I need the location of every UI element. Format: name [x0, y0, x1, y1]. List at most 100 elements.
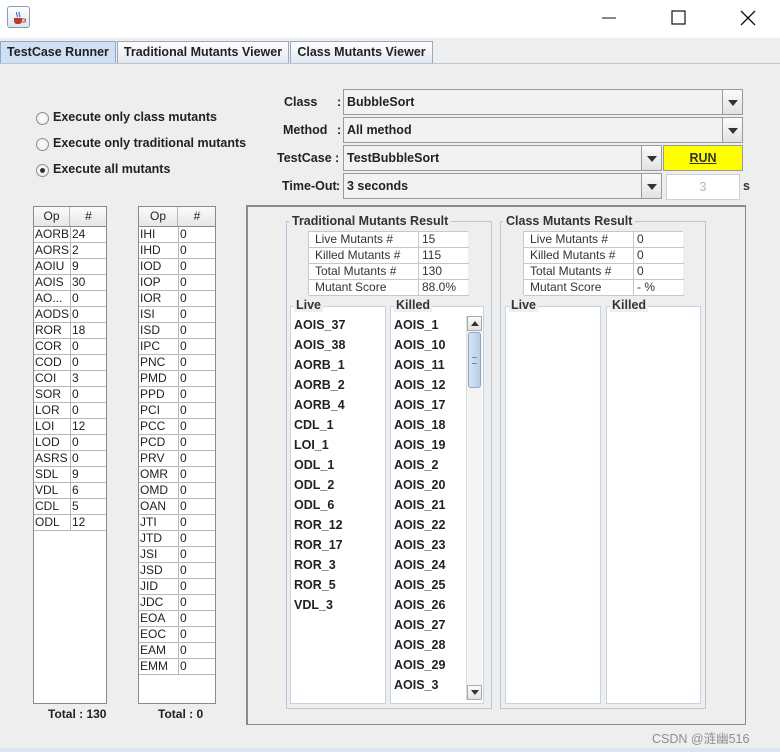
tab-testcase-runner[interactable]: TestCase Runner [0, 41, 116, 63]
list-item[interactable]: AOIS_22 [394, 518, 445, 532]
chevron-down-icon[interactable] [641, 146, 661, 170]
list-item[interactable]: AOIS_28 [394, 638, 445, 652]
list-item[interactable]: AORB_1 [294, 358, 345, 372]
list-item[interactable]: AOIS_18 [394, 418, 445, 432]
list-item[interactable]: AOIS_10 [394, 338, 445, 352]
tab-class-mutants-viewer[interactable]: Class Mutants Viewer [290, 41, 433, 63]
op-column-header[interactable]: Op [34, 207, 70, 226]
maximize-button[interactable] [655, 5, 701, 31]
list-item[interactable]: AOIS_21 [394, 498, 445, 512]
list-item[interactable]: AOIS_26 [394, 598, 445, 612]
table-row[interactable]: EOA 0 [139, 611, 215, 627]
radio-all-mutants-circle[interactable] [36, 164, 49, 177]
table-row[interactable]: IOP 0 [139, 275, 215, 291]
list-item[interactable]: AOIS_37 [294, 318, 345, 332]
list-item[interactable]: ODL_6 [294, 498, 334, 512]
table-row[interactable]: ISI 0 [139, 307, 215, 323]
list-item[interactable]: AORB_2 [294, 378, 345, 392]
list-item[interactable]: ODL_1 [294, 458, 334, 472]
killed-list-scrollbar[interactable] [466, 316, 482, 700]
table-row[interactable]: PCI 0 [139, 403, 215, 419]
table-row[interactable]: JTD 0 [139, 531, 215, 547]
list-item[interactable]: AOIS_27 [394, 618, 445, 632]
table-row[interactable]: JSD 0 [139, 563, 215, 579]
table-row[interactable]: IHD 0 [139, 243, 215, 259]
table-row[interactable]: PCC 0 [139, 419, 215, 435]
list-item[interactable]: AOIS_24 [394, 558, 445, 572]
table-row[interactable]: EMM 0 [139, 659, 215, 675]
list-item[interactable]: AOIS_3 [394, 678, 438, 692]
op-name-cell: PNC [140, 355, 166, 369]
table-row[interactable]: EAM 0 [139, 643, 215, 659]
table-row[interactable]: IOR 0 [139, 291, 215, 307]
op-column-header[interactable]: Op [139, 207, 178, 226]
table-row[interactable]: ISD 0 [139, 323, 215, 339]
list-item[interactable]: ROR_17 [294, 538, 343, 552]
list-item[interactable]: AOIS_17 [394, 398, 445, 412]
class-combo[interactable]: BubbleSort [343, 89, 743, 115]
op-name-cell: COD [35, 355, 62, 369]
table-row[interactable]: PRV 0 [139, 451, 215, 467]
class-killed-list[interactable] [606, 306, 701, 704]
list-item[interactable]: AOIS_29 [394, 658, 445, 672]
chevron-down-icon[interactable] [722, 90, 742, 114]
table-row[interactable]: PPD 0 [139, 387, 215, 403]
op-name-cell: ROR [35, 323, 62, 337]
list-item[interactable]: ROR_3 [294, 558, 336, 572]
table-row[interactable]: IPC 0 [139, 339, 215, 355]
scroll-down-icon[interactable] [467, 685, 482, 700]
list-item[interactable]: AOIS_20 [394, 478, 445, 492]
testcase-colon: : [335, 151, 340, 165]
radio-traditional-only-circle[interactable] [36, 138, 49, 151]
table-row[interactable]: PCD 0 [139, 435, 215, 451]
radio-class-only-circle[interactable] [36, 112, 49, 125]
list-item[interactable]: ROR_5 [294, 578, 336, 592]
java-coffee-cup-icon[interactable] [7, 6, 30, 28]
list-item[interactable]: AOIS_12 [394, 378, 445, 392]
timeout-combo[interactable]: 3 seconds [343, 173, 662, 199]
list-item[interactable]: CDL_1 [294, 418, 334, 432]
table-row[interactable]: JTI 0 [139, 515, 215, 531]
list-item[interactable]: AOIS_25 [394, 578, 445, 592]
table-row[interactable]: JDC 0 [139, 595, 215, 611]
list-item[interactable]: AOIS_38 [294, 338, 345, 352]
chevron-down-icon[interactable] [722, 118, 742, 142]
table-row[interactable]: JSI 0 [139, 547, 215, 563]
testcase-combo[interactable]: TestBubbleSort [343, 145, 662, 171]
traditional-live-list[interactable]: AOIS_37 AOIS_38 AORB_1 AORB_2 AORB_4 CDL_1 LOI… [290, 306, 386, 704]
minimize-button[interactable] [586, 5, 632, 31]
table-row[interactable]: JID 0 [139, 579, 215, 595]
scroll-up-icon[interactable] [467, 316, 482, 331]
timeout-seconds-field[interactable]: 3 [666, 174, 740, 200]
list-item[interactable]: AOIS_11 [394, 358, 445, 372]
table-row[interactable]: IHI 0 [139, 227, 215, 243]
table-row[interactable]: OAN 0 [139, 499, 215, 515]
list-item[interactable]: AORB_4 [294, 398, 345, 412]
count-column-header[interactable]: # [71, 207, 106, 226]
class-live-list[interactable] [505, 306, 601, 704]
table-row[interactable]: OMR 0 [139, 467, 215, 483]
table-row[interactable]: OMD 0 [139, 483, 215, 499]
list-item[interactable]: AOIS_23 [394, 538, 445, 552]
list-item[interactable]: LOI_1 [294, 438, 329, 452]
list-item[interactable]: AOIS_19 [394, 438, 445, 452]
scroll-thumb[interactable] [468, 332, 481, 388]
count-column-header[interactable]: # [179, 207, 215, 226]
list-item[interactable]: ODL_2 [294, 478, 334, 492]
list-item[interactable]: AOIS_1 [394, 318, 438, 332]
method-combo[interactable]: All method [343, 117, 743, 143]
table-row[interactable]: EOC 0 [139, 627, 215, 643]
op-count-cell: 0 [72, 291, 79, 305]
tab-traditional-mutants-viewer[interactable]: Traditional Mutants Viewer [117, 41, 289, 63]
list-item[interactable]: VDL_3 [294, 598, 333, 612]
list-item[interactable]: ROR_12 [294, 518, 343, 532]
op-count-cell: 12 [72, 419, 86, 433]
close-button[interactable] [724, 5, 770, 31]
table-row[interactable]: PMD 0 [139, 371, 215, 387]
run-button[interactable]: RUN [663, 145, 743, 171]
table-row[interactable]: PNC 0 [139, 355, 215, 371]
chevron-down-icon[interactable] [641, 174, 661, 198]
op-name-cell: ISI [140, 307, 155, 321]
list-item[interactable]: AOIS_2 [394, 458, 438, 472]
table-row[interactable]: IOD 0 [139, 259, 215, 275]
